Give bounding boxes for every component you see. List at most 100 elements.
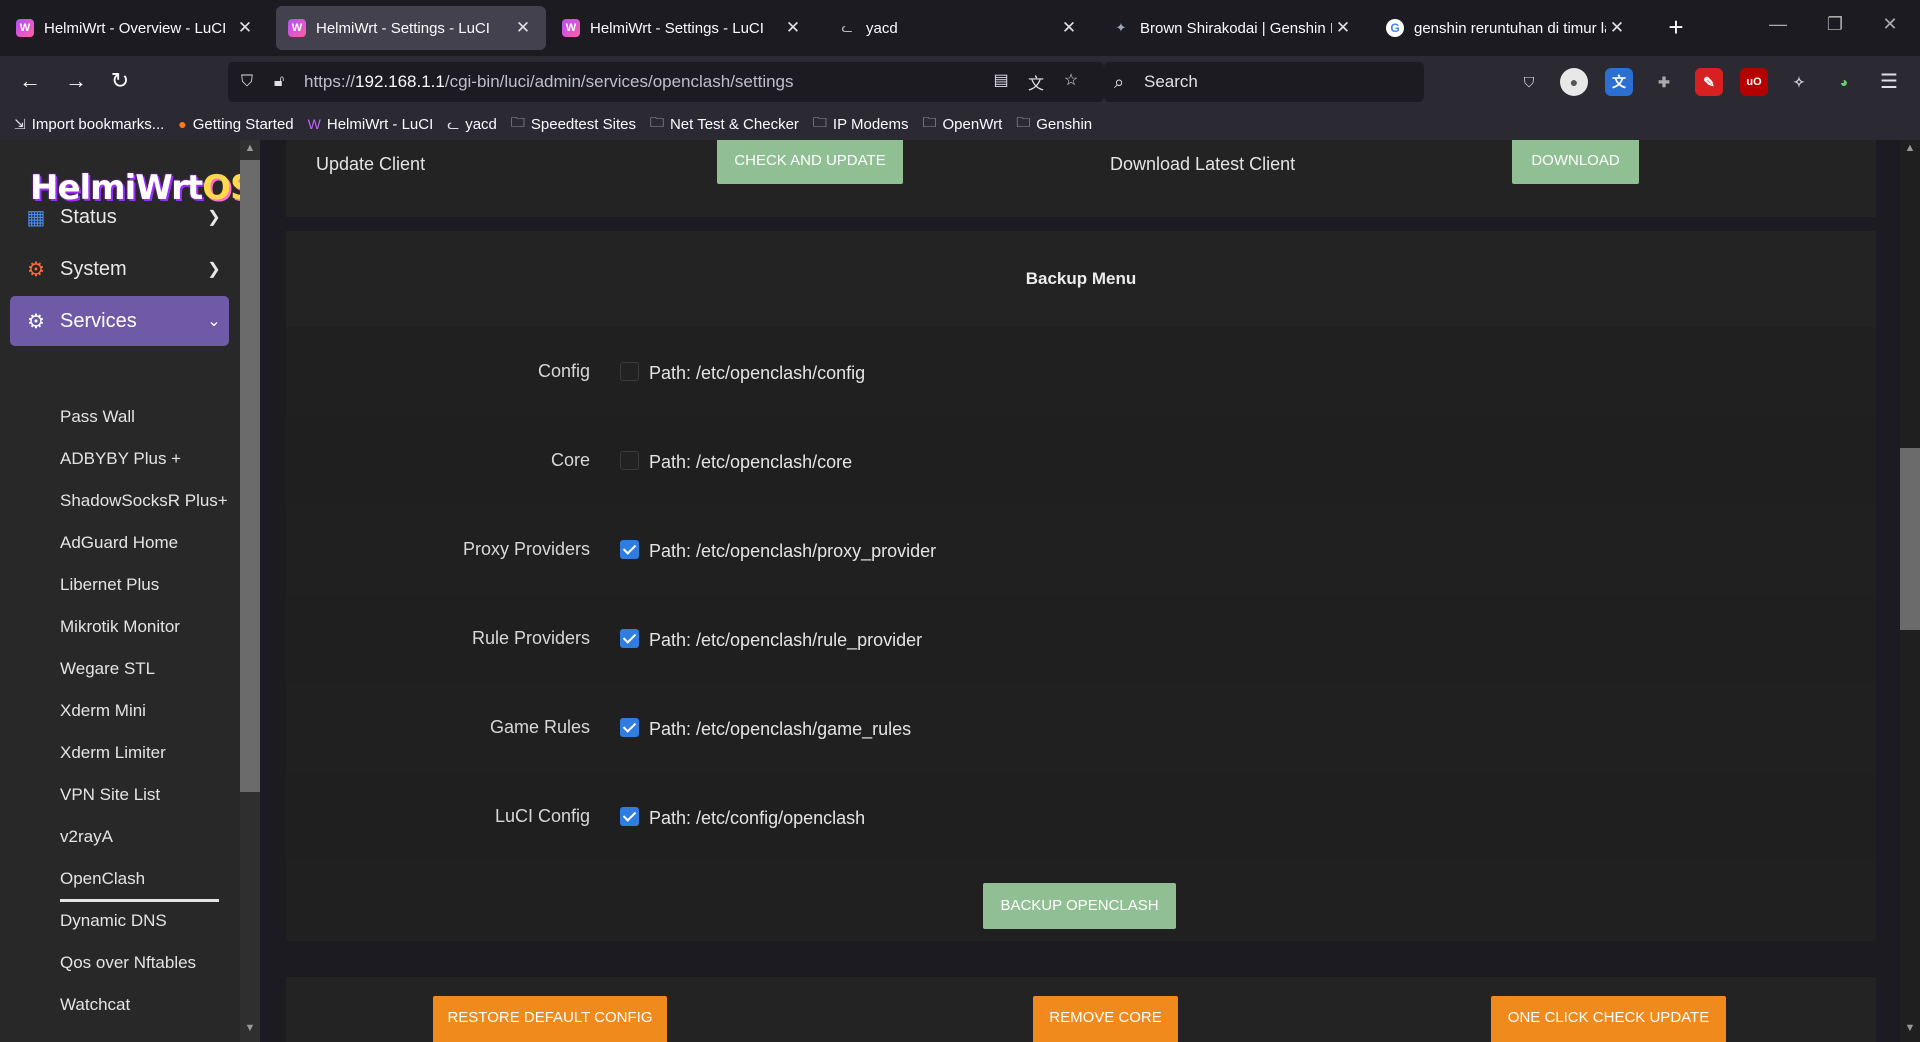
tab-overview[interactable]: W HelmiWrt - Overview - LuCI ✕: [4, 6, 268, 50]
proxy-providers-label: Proxy Providers: [462, 539, 590, 559]
extension-puzzle-icon[interactable]: ✚: [1650, 68, 1678, 96]
bookmark-label: HelmiWrt - LuCI: [326, 115, 434, 133]
scroll-up-arrow-icon[interactable]: ▲: [240, 142, 260, 162]
submenu-openclash-active[interactable]: OpenClash: [60, 869, 145, 889]
tab-settings[interactable]: W HelmiWrt - Settings - LuCI ✕: [550, 6, 816, 50]
core-label: Core: [550, 450, 590, 470]
close-tab-icon[interactable]: ✕: [1058, 18, 1080, 38]
page-scroll-up-arrow-icon[interactable]: ▲: [1900, 142, 1920, 162]
submenu-vpn-site-list[interactable]: VPN Site List: [60, 785, 160, 805]
page-scroll-down-arrow-icon[interactable]: ▼: [1900, 1022, 1920, 1042]
rule-providers-checkbox[interactable]: [620, 629, 639, 648]
submenu-libernet-plus[interactable]: Libernet Plus: [60, 575, 159, 595]
config-checkbox[interactable]: [620, 362, 639, 381]
download-button[interactable]: DOWNLOAD: [1512, 140, 1639, 184]
ublock-origin-icon[interactable]: uO: [1740, 68, 1768, 96]
submenu-pass-wall[interactable]: Pass Wall: [60, 407, 135, 427]
proxy-providers-checkbox[interactable]: [620, 540, 639, 559]
bookmark-folder-speedtest[interactable]: 🗀 Speedtest Sites: [511, 112, 636, 136]
submenu-adbyby-plus[interactable]: ADBYBY Plus +: [60, 449, 181, 469]
backup-openclash-button[interactable]: BACKUP OPENCLASH: [983, 883, 1176, 929]
submenu-xderm-mini[interactable]: Xderm Mini: [60, 701, 146, 721]
game-rules-checkbox[interactable]: [620, 718, 639, 737]
address-bar[interactable]: ⛉ 🔓︎ https://192.168.1.1/cgi-bin/luci/ad…: [228, 62, 1104, 102]
backup-menu-title: Backup Menu: [1025, 269, 1137, 288]
one-click-check-update-button[interactable]: ONE CLICK CHECK UPDATE: [1491, 996, 1726, 1042]
account-avatar-icon[interactable]: ●: [1560, 68, 1588, 96]
check-and-update-button[interactable]: CHECK AND UPDATE: [717, 140, 903, 184]
dashboard-icon: ▦: [26, 206, 46, 229]
reader-view-icon[interactable]: ▤: [988, 70, 1014, 94]
bookmark-folder-ip-modems[interactable]: 🗀 IP Modems: [813, 112, 909, 136]
luci-config-checkbox[interactable]: [620, 807, 639, 826]
submenu-wegare-stl[interactable]: Wegare STL: [60, 659, 155, 679]
backup-row-luci-config: LuCI Config Path: /etc/config/openclash: [286, 772, 1876, 861]
submenu-watchcat[interactable]: Watchcat: [60, 995, 130, 1015]
bookmark-helmiwrt[interactable]: W HelmiWrt - LuCI: [308, 116, 434, 133]
submenu-adguard-home[interactable]: AdGuard Home: [60, 533, 178, 553]
remove-core-button[interactable]: REMOVE CORE: [1033, 996, 1178, 1042]
page-scrollbar-thumb[interactable]: [1900, 448, 1920, 630]
backup-menu-panel: Backup Menu Config Path: /etc/openclash/…: [286, 231, 1876, 941]
translator-extension-icon[interactable]: 文: [1605, 68, 1633, 96]
tab-title: HelmiWrt - Overview - LuCI: [44, 19, 227, 37]
forward-arrow-icon[interactable]: →: [60, 66, 92, 98]
close-tab-icon[interactable]: ✕: [512, 18, 534, 38]
menu-services[interactable]: ⚙ Services ⌄: [10, 296, 229, 346]
close-tab-icon[interactable]: ✕: [782, 18, 804, 38]
submenu-qos-over-nftables[interactable]: Qos over Nftables: [60, 953, 196, 973]
tracking-shield-icon[interactable]: ⛉: [234, 73, 260, 91]
tab-title: HelmiWrt - Settings - LuCI: [590, 19, 764, 37]
bookmark-folder-net-test[interactable]: 🗀 Net Test & Checker: [650, 112, 799, 136]
back-arrow-icon[interactable]: ←: [14, 66, 46, 98]
core-path: Path: /etc/openclash/core: [649, 452, 853, 472]
scroll-down-arrow-icon[interactable]: ▼: [240, 1022, 260, 1042]
tab-yacd[interactable]: ᓚ yacd ✕: [826, 6, 1092, 50]
bookmark-import[interactable]: ⇲ Import bookmarks...: [14, 116, 164, 133]
close-tab-icon[interactable]: ✕: [234, 18, 256, 38]
sidebar-scrollbar-thumb[interactable]: [240, 160, 260, 792]
reload-icon[interactable]: ↻: [104, 66, 136, 98]
url-text[interactable]: https://192.168.1.1/cgi-bin/luci/admin/s…: [304, 72, 794, 92]
menu-status[interactable]: ▦ Status ❯: [10, 192, 229, 242]
bookmark-star-icon[interactable]: ☆: [1058, 70, 1084, 94]
bookmark-folder-genshin[interactable]: 🗀 Genshin: [1016, 112, 1092, 136]
minimize-icon[interactable]: —: [1758, 14, 1798, 40]
bookmark-getting-started[interactable]: ● Getting Started: [178, 116, 293, 133]
active-item-underline: [60, 899, 219, 902]
red-extension-icon[interactable]: ✎: [1695, 68, 1723, 96]
lock-icon[interactable]: 🔓︎: [266, 73, 292, 91]
translate-icon[interactable]: 文: [1023, 70, 1049, 94]
helmiwrt-favicon-icon: W: [562, 19, 580, 37]
firefox-icon: ●: [178, 116, 187, 132]
chevron-right-icon: ❯: [207, 261, 221, 278]
submenu-xderm-limiter[interactable]: Xderm Limiter: [60, 743, 166, 763]
search-input[interactable]: ⌕ Search: [1104, 62, 1424, 102]
folder-icon: 🗀: [510, 114, 525, 130]
restore-window-icon[interactable]: ❐: [1815, 14, 1855, 40]
tab-google-search[interactable]: G genshin reruntuhan di timur la ✕: [1374, 6, 1640, 50]
submenu-v2raya[interactable]: v2rayA: [60, 827, 113, 847]
bookmark-yacd[interactable]: ᓚ yacd: [447, 116, 497, 133]
app-menu-icon[interactable]: ☰: [1875, 68, 1903, 96]
core-checkbox[interactable]: [620, 451, 639, 470]
pocket-icon[interactable]: ⛉: [1515, 68, 1543, 96]
close-window-icon[interactable]: ✕: [1870, 14, 1910, 40]
folder-icon: 🗀: [649, 114, 664, 130]
new-tab-button[interactable]: +: [1660, 12, 1692, 44]
config-path: Path: /etc/openclash/config: [649, 363, 866, 383]
bookmarks-toolbar: ⇲ Import bookmarks... ● Getting Started WH…: [0, 108, 1920, 140]
close-tab-icon[interactable]: ✕: [1606, 18, 1628, 38]
submenu-mikrotik-monitor[interactable]: Mikrotik Monitor: [60, 617, 180, 637]
bookmark-label: Import bookmarks...: [31, 115, 165, 133]
dark-reader-icon[interactable]: ✧: [1785, 68, 1813, 96]
submenu-dynamic-dns[interactable]: Dynamic DNS: [60, 911, 167, 931]
bookmark-folder-openwrt[interactable]: 🗀 OpenWrt: [923, 112, 1003, 136]
submenu-shadowsocksr-plus[interactable]: ShadowSocksR Plus+: [60, 491, 228, 511]
menu-system[interactable]: ⚙ System ❯: [10, 244, 229, 294]
restore-default-config-button[interactable]: RESTORE DEFAULT CONFIG: [433, 996, 667, 1042]
tab-settings-active[interactable]: W HelmiWrt - Settings - LuCI ✕: [276, 6, 546, 50]
color-extension-icon[interactable]: ◕: [1830, 68, 1858, 96]
tab-genshin-wiki[interactable]: ✦ Brown Shirakodai | Genshin Im ✕: [1100, 6, 1366, 50]
close-tab-icon[interactable]: ✕: [1332, 18, 1354, 38]
